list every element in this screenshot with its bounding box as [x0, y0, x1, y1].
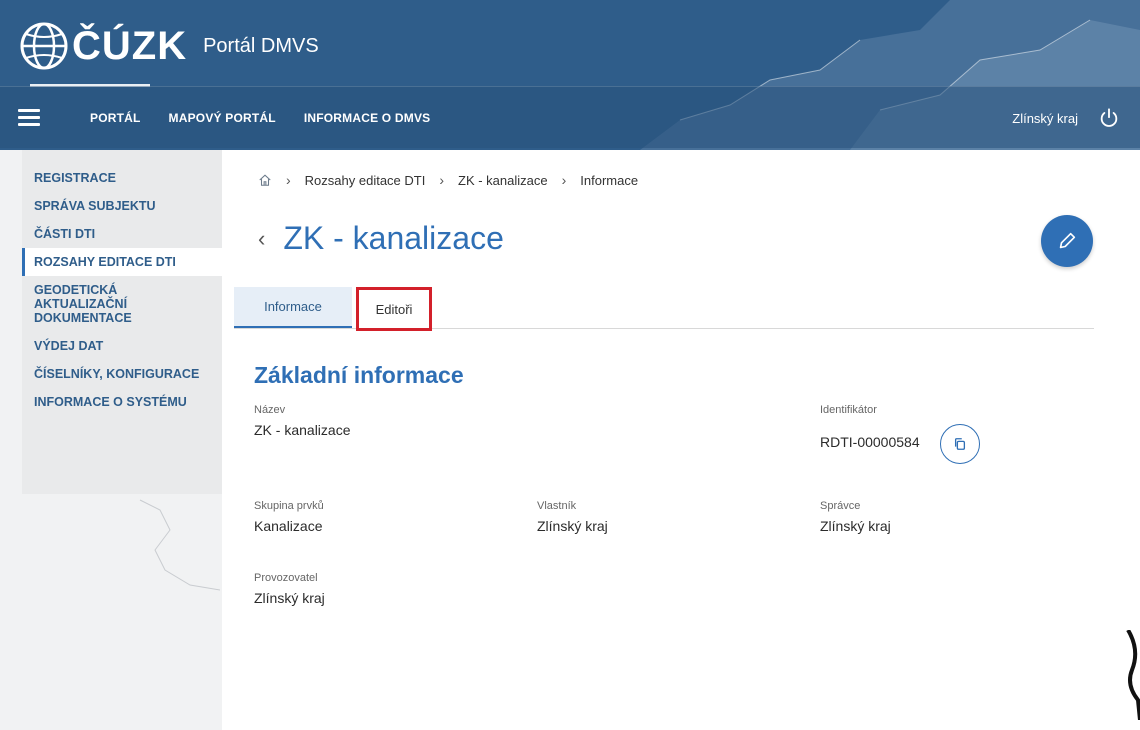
sidebar-item-rozsahy-editace-dti[interactable]: ROZSAHY EDITACE DTI	[22, 248, 222, 276]
breadcrumb-separator-icon: ›	[561, 172, 567, 188]
section-title: Základní informace	[254, 362, 464, 388]
nav-item-portal[interactable]: PORTÁL	[90, 111, 141, 125]
app-header: ČÚZK Portál DMVS PORTÁL MAPOVÝ PORTÁL IN…	[0, 0, 1140, 150]
field-value: RDTI-00000584	[820, 434, 920, 450]
field-label: Skupina prvků	[254, 500, 324, 512]
sidebar: REGISTRACE SPRÁVA SUBJEKTU ČÁSTI DTI ROZ…	[22, 150, 222, 494]
field-label: Identifikátor	[820, 404, 877, 416]
portal-title: Portál DMVS	[203, 34, 319, 57]
sidebar-item-ciselniky-konfigurace[interactable]: ČÍSELNÍKY, KONFIGURACE	[22, 360, 222, 388]
copy-icon	[954, 438, 966, 450]
copy-button[interactable]	[940, 424, 980, 464]
nav-item-informace-o-dmvs[interactable]: INFORMACE O DMVS	[304, 111, 431, 125]
breadcrumb-rozsahy-editace-dti[interactable]: Rozsahy editace DTI	[305, 173, 426, 188]
tab-informace[interactable]: Informace	[234, 287, 352, 328]
nav-right: Zlínský kraj	[1012, 87, 1120, 149]
sidebar-item-casti-dti[interactable]: ČÁSTI DTI	[22, 220, 222, 248]
field-identifikator: Identifikátor RDTI-00000584	[820, 404, 920, 450]
field-provozovatel: Provozovatel Zlínský kraj	[254, 572, 325, 606]
sidebar-item-sprava-subjektu[interactable]: SPRÁVA SUBJEKTU	[22, 192, 222, 220]
top-navbar: PORTÁL MAPOVÝ PORTÁL INFORMACE O DMVS Zl…	[0, 86, 1140, 148]
pencil-icon	[1059, 232, 1076, 249]
page-title: ZK - kanalizace	[283, 220, 504, 256]
field-label: Provozovatel	[254, 572, 318, 584]
sidebar-item-registrace[interactable]: REGISTRACE	[22, 164, 222, 192]
tab-editori[interactable]: Editoři	[356, 287, 432, 331]
title-row: ‹ ZK - kanalizace	[258, 220, 504, 257]
field-value: ZK - kanalizace	[254, 422, 351, 438]
breadcrumb-separator-icon: ›	[286, 172, 291, 188]
field-value: Zlínský kraj	[254, 590, 325, 606]
top-nav-items: PORTÁL MAPOVÝ PORTÁL INFORMACE O DMVS	[90, 87, 458, 149]
sidebar-item-vydej-dat[interactable]: VÝDEJ DAT	[22, 332, 222, 360]
breadcrumb-zk-kanalizace[interactable]: ZK - kanalizace	[458, 173, 548, 188]
field-spravce: Správce Zlínský kraj	[820, 500, 891, 534]
field-value: Zlínský kraj	[820, 518, 891, 534]
logo[interactable]: ČÚZK Portál DMVS	[18, 10, 319, 82]
field-label: Vlastník	[537, 500, 577, 512]
edit-button[interactable]	[1041, 215, 1093, 267]
region-label[interactable]: Zlínský kraj	[1012, 111, 1078, 126]
hamburger-menu-icon[interactable]	[18, 109, 40, 127]
sidebar-item-informace-o-systemu[interactable]: INFORMACE O SYSTÉMU	[22, 388, 222, 416]
home-icon[interactable]	[258, 173, 272, 187]
power-icon[interactable]	[1098, 107, 1120, 129]
sidebar-item-geodeticka-aktualizacni-dokumentace[interactable]: GEODETICKÁ AKTUALIZAČNÍ DOKUMENTACE	[22, 276, 222, 332]
field-value: Zlínský kraj	[537, 518, 608, 534]
field-vlastnik: Vlastník Zlínský kraj	[537, 500, 608, 534]
field-label: Název	[254, 404, 286, 416]
field-skupina-prvku: Skupina prvků Kanalizace	[254, 500, 324, 534]
edge-decoration-icon	[1126, 630, 1140, 720]
field-value: Kanalizace	[254, 518, 323, 534]
field-nazev: Název ZK - kanalizace	[254, 404, 350, 438]
nav-item-mapovy-portal[interactable]: MAPOVÝ PORTÁL	[169, 111, 276, 125]
breadcrumb: › Rozsahy editace DTI › ZK - kanalizace …	[258, 170, 638, 190]
logo-text: ČÚZK	[72, 23, 188, 68]
back-chevron-icon[interactable]: ‹	[258, 226, 265, 252]
field-label: Správce	[820, 500, 861, 512]
tabs: Informace Editoři	[234, 287, 1094, 331]
breadcrumb-informace: Informace	[580, 172, 639, 188]
breadcrumb-separator-icon: ›	[439, 172, 445, 188]
map-outline-icon	[139, 499, 220, 591]
cuzk-logo-icon	[20, 22, 68, 70]
